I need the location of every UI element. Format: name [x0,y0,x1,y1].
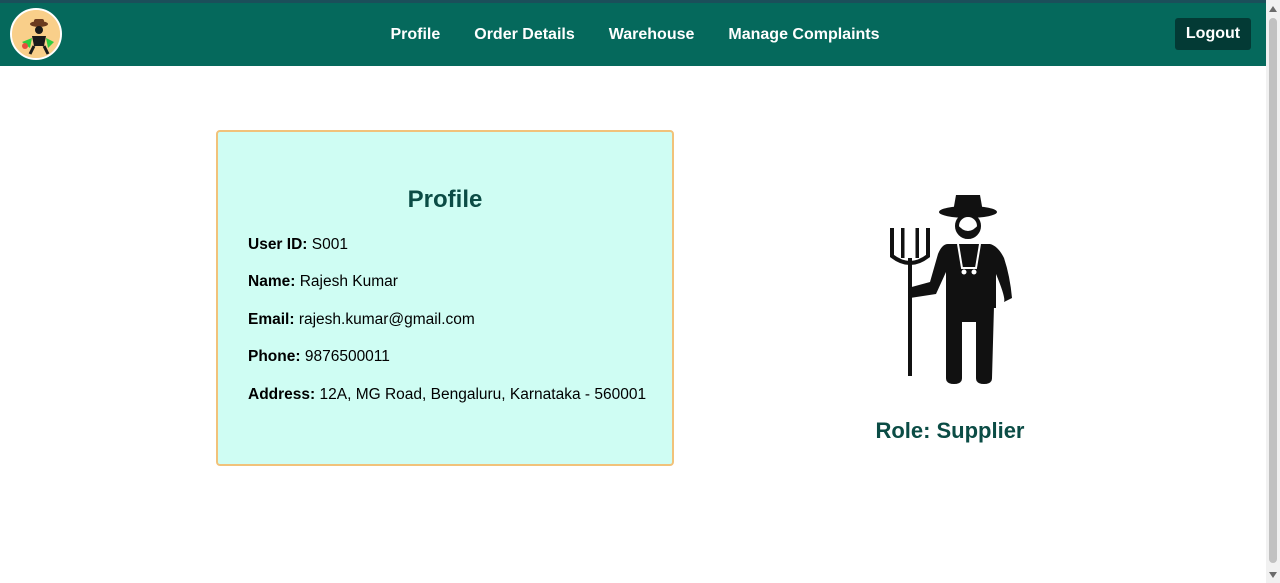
scroll-up-arrow-icon[interactable] [1269,6,1277,12]
scroll-down-arrow-icon[interactable] [1269,572,1277,578]
profile-field-phone: Phone: 9876500011 [248,348,390,366]
profile-card: Profile User ID: S001 Name: Rajesh Kumar… [216,130,674,466]
nav-links: Profile Order Details Warehouse Manage C… [0,3,1266,66]
field-value: S001 [311,236,348,253]
profile-field-email: Email: rajesh.kumar@gmail.com [248,311,475,329]
field-label: Address: [248,386,316,403]
nav-link-warehouse[interactable]: Warehouse [609,26,695,44]
profile-field-address: Address: 12A, MG Road, Bengaluru, Karnat… [248,386,646,404]
field-value: 9876500011 [304,348,390,365]
nav-link-profile[interactable]: Profile [390,26,440,44]
role-prefix: Role: [875,418,931,443]
field-label: Name: [248,273,296,290]
logout-button[interactable]: Logout [1175,18,1251,50]
field-value: Rajesh Kumar [299,273,398,290]
vertical-scrollbar[interactable] [1266,0,1280,583]
nav-link-order-details[interactable]: Order Details [474,26,574,44]
role-value: Supplier [936,418,1025,443]
profile-field-name: Name: Rajesh Kumar [248,273,398,291]
nav-link-manage-complaints[interactable]: Manage Complaints [728,26,879,44]
navbar: Profile Order Details Warehouse Manage C… [0,3,1266,66]
profile-title: Profile [407,186,483,213]
field-label: Phone: [248,348,301,365]
field-label: Email: [248,311,295,328]
farmer-with-pitchfork-icon [880,190,1020,390]
profile-field-user-id: User ID: S001 [248,236,348,254]
field-label: User ID: [248,236,308,253]
field-value: rajesh.kumar@gmail.com [298,311,475,328]
role-label: Role: Supplier [820,418,1080,444]
field-value: 12A, MG Road, Bengaluru, Karnataka - 560… [319,386,647,403]
scroll-thumb[interactable] [1269,18,1277,563]
